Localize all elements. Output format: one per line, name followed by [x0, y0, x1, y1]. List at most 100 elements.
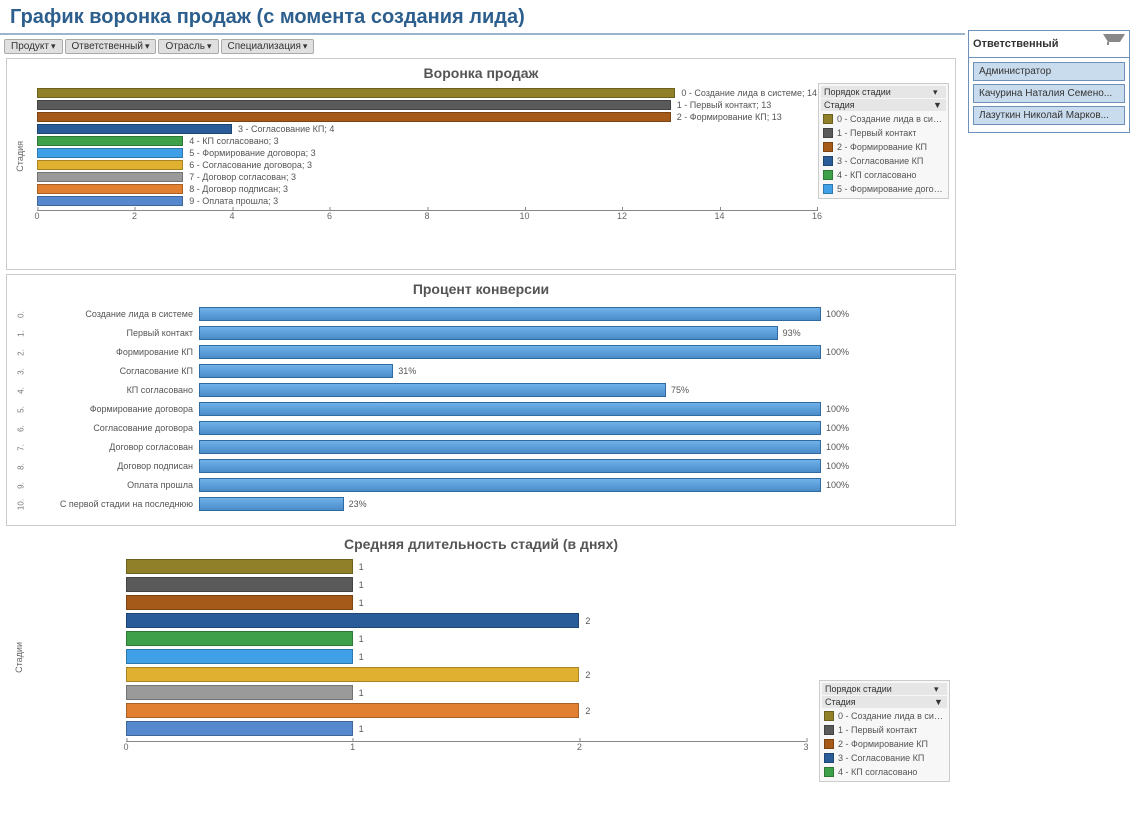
x-tick: 16: [812, 211, 822, 221]
legend-header-label: Стадия: [825, 697, 856, 707]
row-category: Формирование договора: [27, 404, 199, 414]
row-index: 4.: [17, 384, 26, 396]
duration-bar[interactable]: [126, 649, 353, 664]
duration-bar[interactable]: [126, 703, 579, 718]
bar-label: 2: [585, 670, 590, 680]
duration-chart: Средняя длительность стадий (в днях) Ста…: [6, 530, 956, 800]
row-category: Согласование КП: [27, 366, 199, 376]
legend-item[interactable]: 2 - Формирование КП: [822, 737, 947, 751]
duration-bar[interactable]: [126, 613, 579, 628]
duration-bar[interactable]: [126, 577, 353, 592]
y-axis-label: Стадии: [12, 642, 26, 673]
bar-label: 2: [585, 706, 590, 716]
legend-item[interactable]: 5 - Формирование договора: [821, 182, 946, 196]
conversion-bar[interactable]: [199, 326, 778, 340]
legend-header[interactable]: Порядок стадии▾: [821, 86, 946, 98]
funnel-bar[interactable]: [37, 184, 183, 194]
duration-bar[interactable]: [126, 631, 353, 646]
funnel-bar[interactable]: [37, 196, 183, 206]
legend-header[interactable]: Стадия ▼: [822, 696, 947, 708]
row-category: Согласование договора: [27, 423, 199, 433]
bar-label: 1 - Первый контакт; 13: [677, 100, 771, 110]
conversion-bar[interactable]: [199, 307, 821, 321]
funnel-bar[interactable]: [37, 100, 671, 110]
legend-label: 1 - Первый контакт: [838, 725, 917, 735]
pct-label: 31%: [398, 366, 416, 376]
legend-item[interactable]: 0 - Создание лида в системе: [822, 709, 947, 723]
responsible-item[interactable]: Лазуткин Николай Марков...: [973, 106, 1125, 125]
filter-специализация[interactable]: Специализация▾: [221, 39, 315, 54]
legend-swatch: [824, 725, 834, 735]
legend-item[interactable]: 1 - Первый контакт: [821, 126, 946, 140]
legend-item[interactable]: 3 - Согласование КП: [821, 154, 946, 168]
conversion-bar[interactable]: [199, 440, 821, 454]
row-index: 2.: [17, 346, 26, 358]
x-tick: 2: [132, 211, 137, 221]
y-axis-label: Стадия: [13, 141, 27, 172]
x-tick: 6: [327, 211, 332, 221]
chevron-down-icon: ▾: [207, 41, 212, 51]
legend-item[interactable]: 0 - Создание лида в системе: [821, 112, 946, 126]
conversion-bar[interactable]: [199, 478, 821, 492]
responsible-item[interactable]: Качурина Наталия Семено...: [973, 84, 1125, 103]
filter-label: Ответственный: [72, 41, 143, 52]
conversion-bar[interactable]: [199, 364, 393, 378]
x-tick: 2: [577, 742, 582, 752]
chart-legend: Порядок стадии▾ Стадия ▼ 0 - Создание лида …: [819, 680, 950, 782]
bar-label: 1: [359, 688, 364, 698]
legend-label: 2 - Формирование КП: [837, 142, 927, 152]
legend-swatch: [824, 767, 834, 777]
funnel-bar[interactable]: [37, 136, 183, 146]
conversion-bar[interactable]: [199, 402, 821, 416]
pct-label: 100%: [826, 461, 849, 471]
funnel-bar[interactable]: [37, 160, 183, 170]
conversion-bar[interactable]: [199, 459, 821, 473]
bar-label: 1: [359, 634, 364, 644]
pct-label: 23%: [349, 499, 367, 509]
row-category: Создание лида в системе: [27, 309, 199, 319]
conversion-bar[interactable]: [199, 421, 821, 435]
row-index: 0.: [17, 308, 26, 320]
legend-item[interactable]: 4 - КП согласовано: [821, 168, 946, 182]
legend-label: 1 - Первый контакт: [837, 128, 916, 138]
chart-title: Процент конверсии: [13, 281, 949, 297]
legend-label: 4 - КП согласовано: [837, 170, 916, 180]
duration-bar[interactable]: [126, 559, 353, 574]
conversion-bar[interactable]: [199, 345, 821, 359]
conversion-bar[interactable]: [199, 497, 344, 511]
filter-ответственный[interactable]: Ответственный▾: [65, 39, 157, 54]
duration-bar[interactable]: [126, 595, 353, 610]
legend-header[interactable]: Порядок стадии▾: [822, 683, 947, 695]
bar-label: 2: [585, 616, 590, 626]
responsible-item[interactable]: Администратор: [973, 62, 1125, 81]
filter-отрасль[interactable]: Отрасль▾: [158, 39, 218, 54]
legend-swatch: [823, 170, 833, 180]
filter-продукт[interactable]: Продукт▾: [4, 39, 63, 54]
funnel-icon[interactable]: ▼: [933, 100, 943, 110]
funnel-bar[interactable]: [37, 172, 183, 182]
funnel-icon[interactable]: [1103, 34, 1125, 54]
pct-label: 100%: [826, 442, 849, 452]
chevron-down-icon[interactable]: ▾: [933, 87, 943, 97]
legend-item[interactable]: 3 - Согласование КП: [822, 751, 947, 765]
funnel-bar[interactable]: [37, 88, 675, 98]
filter-label: Специализация: [228, 41, 301, 52]
bar-label: 1: [359, 598, 364, 608]
legend-header[interactable]: Стадия▼: [821, 99, 946, 111]
duration-bar[interactable]: [126, 667, 579, 682]
pct-label: 100%: [826, 309, 849, 319]
conversion-bar[interactable]: [199, 383, 666, 397]
pct-label: 75%: [671, 385, 689, 395]
chevron-down-icon[interactable]: ▾: [934, 684, 944, 694]
funnel-bar[interactable]: [37, 124, 232, 134]
legend-item[interactable]: 2 - Формирование КП: [821, 140, 946, 154]
bar-label: 4 - КП согласовано; 3: [189, 136, 278, 146]
x-tick: 8: [424, 211, 429, 221]
legend-item[interactable]: 1 - Первый контакт: [822, 723, 947, 737]
funnel-bar[interactable]: [37, 112, 671, 122]
duration-bar[interactable]: [126, 685, 353, 700]
funnel-icon[interactable]: ▼: [934, 697, 944, 707]
legend-item[interactable]: 4 - КП согласовано: [822, 765, 947, 779]
duration-bar[interactable]: [126, 721, 353, 736]
funnel-bar[interactable]: [37, 148, 183, 158]
